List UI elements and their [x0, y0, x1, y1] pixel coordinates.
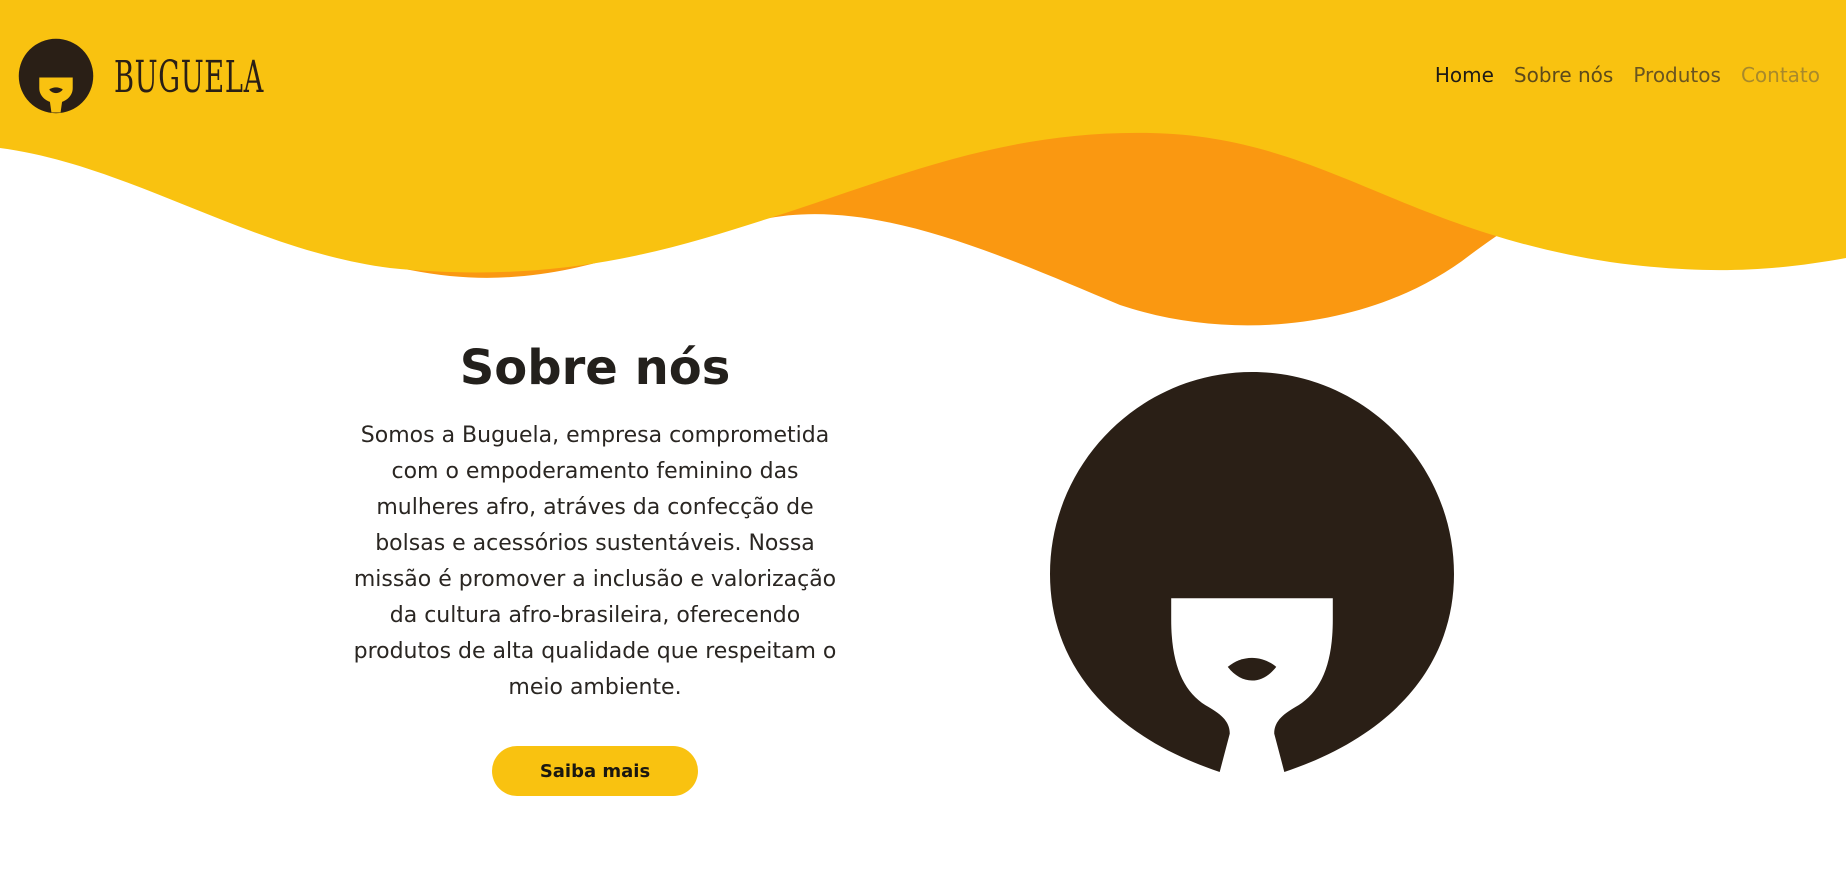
brand-name[interactable]: BUGUELA [114, 56, 264, 100]
navbar: BUGUELA Home Sobre nós Produtos Contato [0, 0, 1846, 150]
nav-link-sobre-nos[interactable]: Sobre nós [1514, 62, 1613, 88]
main-nav: Home Sobre nós Produtos Contato [1435, 62, 1820, 88]
nav-link-home[interactable]: Home [1435, 62, 1494, 88]
about-section: Sobre nós Somos a Buguela, empresa compr… [340, 338, 850, 796]
saiba-mais-button[interactable]: Saiba mais [492, 746, 698, 796]
page: BUGUELA Home Sobre nós Produtos Contato … [0, 0, 1846, 890]
nav-link-contato[interactable]: Contato [1741, 62, 1820, 88]
about-title: Sobre nós [459, 340, 731, 396]
nav-link-produtos[interactable]: Produtos [1633, 62, 1721, 88]
about-description: Somos a Buguela, empresa comprometida co… [353, 423, 837, 700]
afro-woman-logo-icon[interactable] [18, 38, 94, 114]
afro-woman-illustration-icon [1050, 372, 1454, 772]
